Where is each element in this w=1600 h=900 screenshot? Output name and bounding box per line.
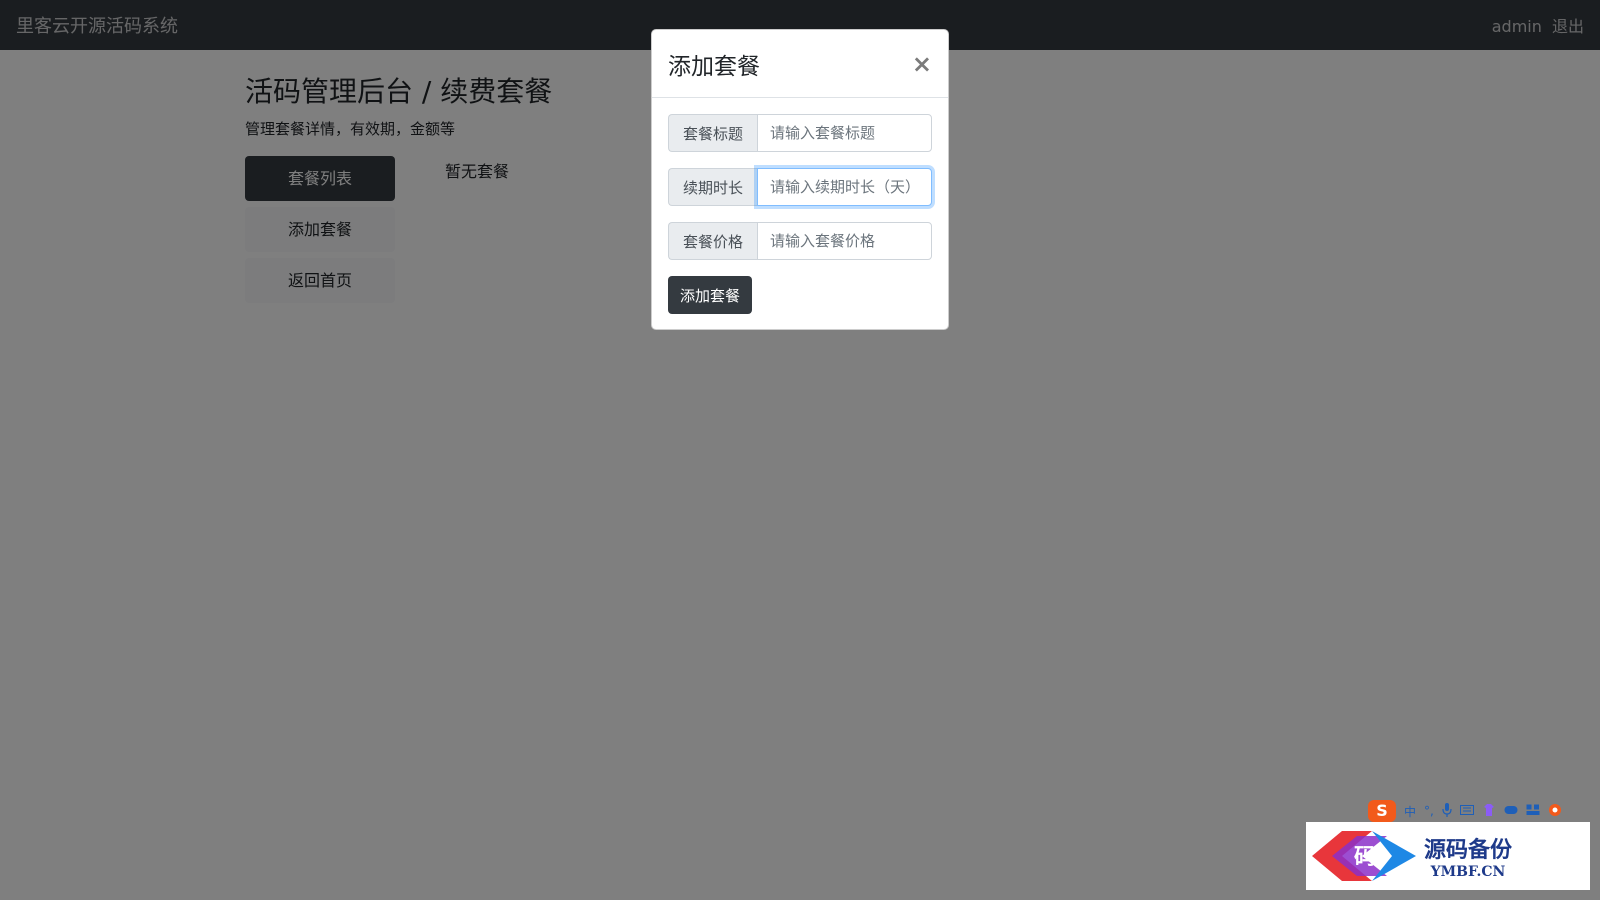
renewal-days-label: 续期时长 (668, 168, 757, 206)
watermark-text: 源码备份 YMBF.CN (1424, 832, 1512, 880)
renewal-days-group: 续期时长 (668, 168, 932, 206)
add-package-button[interactable]: 添加套餐 (668, 276, 753, 314)
package-price-label: 套餐价格 (668, 222, 757, 260)
skin-icon[interactable] (1482, 803, 1496, 819)
watermark-sub-text: YMBF.CN (1430, 864, 1506, 880)
modal-body: 套餐标题 续期时长 套餐价格 添加套餐 (652, 98, 948, 330)
package-title-group: 套餐标题 (668, 114, 932, 152)
sogou-logo-icon[interactable]: S (1368, 800, 1396, 822)
watermark-badge: 码 源码备份 YMBF.CN (1306, 822, 1590, 890)
renewal-days-input[interactable] (757, 168, 932, 206)
settings-icon[interactable] (1548, 803, 1562, 820)
close-icon[interactable]: × (912, 52, 932, 76)
microphone-icon[interactable] (1442, 802, 1452, 820)
package-title-label: 套餐标题 (668, 114, 757, 152)
modal-title: 添加套餐 (668, 53, 760, 80)
package-price-input[interactable] (757, 222, 932, 260)
watermark-main-text: 源码备份 (1424, 837, 1513, 863)
keyboard-icon[interactable] (1459, 804, 1474, 818)
watermark-logo-char: 码 (1354, 844, 1376, 870)
toolbox-icon[interactable] (1526, 804, 1540, 819)
package-price-group: 套餐价格 (668, 222, 932, 260)
modal-header: 添加套餐 × (652, 30, 948, 98)
chinese-mode-icon[interactable]: 中 (1404, 803, 1416, 820)
watermark-logo-icon: 码 (1306, 822, 1416, 890)
add-package-modal: 添加套餐 × 套餐标题 续期时长 套餐价格 添加套餐 (651, 29, 949, 330)
gamepad-icon[interactable] (1504, 804, 1518, 818)
package-title-input[interactable] (757, 114, 932, 152)
ime-toolbar: S 中 °, (1368, 800, 1562, 822)
punctuation-icon[interactable]: °, (1424, 804, 1434, 818)
